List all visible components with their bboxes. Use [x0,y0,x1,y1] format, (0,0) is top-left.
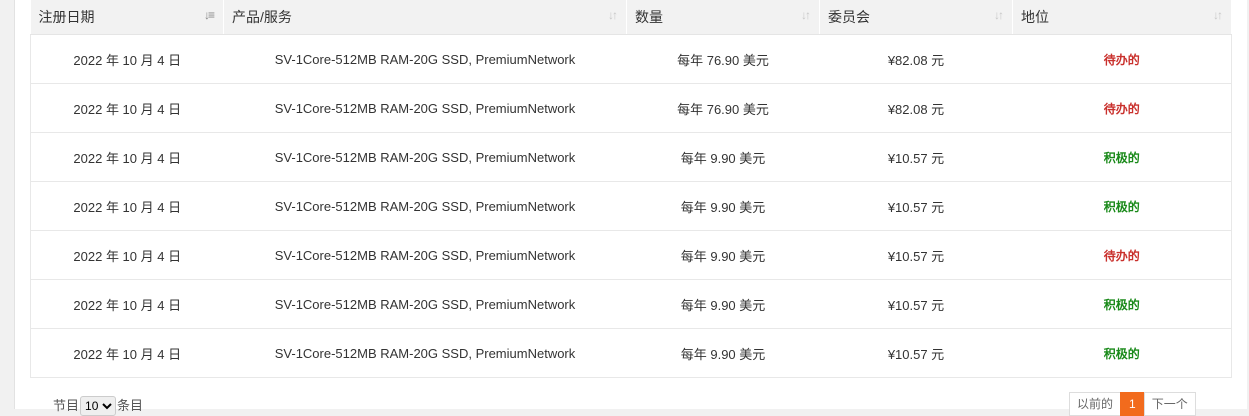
cell-status: 积极的 [1012,279,1232,329]
show-suffix-label: 条目 [117,398,144,413]
column-header-label: 注册日期 [38,9,95,25]
column-header-label: 委员会 [828,9,870,25]
current-page-button[interactable]: 1 [1120,392,1145,416]
cell-product: SV-1Core-512MB RAM-20G SSD, PremiumNetwo… [223,34,627,84]
column-header-label: 地位 [1021,9,1049,25]
column-header-label: 产品/服务 [232,9,292,25]
table-row: 2022 年 10 月 4 日 SV-1Core-512MB RAM-20G S… [30,132,1232,182]
page-size-control: 节目 10 条目 [53,395,143,416]
cell-date: 2022 年 10 月 4 日 [30,34,224,84]
content-panel: 注册日期 ↓≡ 产品/服务 ↓↑ 数量 ↓↑ 委员会 ↓↑ 地位 ↓↑ 2022… [14,0,1247,416]
next-page-button[interactable]: 下一个 [1143,392,1196,416]
cell-status: 待办的 [1012,230,1232,280]
cell-product: SV-1Core-512MB RAM-20G SSD, PremiumNetwo… [223,83,627,133]
sort-desc-icon[interactable]: ↓≡ [204,8,215,22]
cell-commission: ¥10.57 元 [819,230,1013,280]
cell-amount: 每年 76.90 美元 [626,34,820,84]
cell-commission: ¥10.57 元 [819,279,1013,329]
sort-icon[interactable]: ↓↑ [608,8,618,22]
cell-date: 2022 年 10 月 4 日 [30,230,224,280]
cell-date: 2022 年 10 月 4 日 [30,181,224,231]
cell-amount: 每年 9.90 美元 [626,181,820,231]
status-badge: 积极的 [1103,346,1140,361]
referrals-table: 注册日期 ↓≡ 产品/服务 ↓↑ 数量 ↓↑ 委员会 ↓↑ 地位 ↓↑ 2022… [30,0,1232,378]
status-badge: 待办的 [1103,248,1140,263]
table-row: 2022 年 10 月 4 日 SV-1Core-512MB RAM-20G S… [30,279,1232,329]
table-row: 2022 年 10 月 4 日 SV-1Core-512MB RAM-20G S… [30,181,1232,231]
cell-commission: ¥10.57 元 [819,181,1013,231]
table-row: 2022 年 10 月 4 日 SV-1Core-512MB RAM-20G S… [30,34,1232,84]
status-badge: 积极的 [1103,297,1140,312]
status-badge: 待办的 [1103,101,1140,116]
cell-commission: ¥10.57 元 [819,132,1013,182]
column-header-commission[interactable]: 委员会 ↓↑ [819,0,1013,35]
page-size-select[interactable]: 10 [80,396,117,416]
column-header-date[interactable]: 注册日期 ↓≡ [30,0,224,35]
column-header-label: 数量 [635,9,663,25]
column-header-status[interactable]: 地位 ↓↑ [1012,0,1232,35]
cell-amount: 每年 9.90 美元 [626,328,820,378]
cell-product: SV-1Core-512MB RAM-20G SSD, PremiumNetwo… [223,279,627,329]
cell-date: 2022 年 10 月 4 日 [30,279,224,329]
cell-commission: ¥10.57 元 [819,328,1013,378]
cell-product: SV-1Core-512MB RAM-20G SSD, PremiumNetwo… [223,328,627,378]
prev-page-button[interactable]: 以前的 [1069,392,1122,416]
cell-amount: 每年 9.90 美元 [626,230,820,280]
column-header-product[interactable]: 产品/服务 ↓↑ [223,0,627,35]
cell-amount: 每年 76.90 美元 [626,83,820,133]
status-badge: 积极的 [1103,199,1140,214]
cell-status: 积极的 [1012,181,1232,231]
cell-date: 2022 年 10 月 4 日 [30,83,224,133]
status-badge: 待办的 [1103,52,1140,67]
cell-status: 待办的 [1012,34,1232,84]
table-row: 2022 年 10 月 4 日 SV-1Core-512MB RAM-20G S… [30,230,1232,280]
cell-date: 2022 年 10 月 4 日 [30,328,224,378]
table-header-row: 注册日期 ↓≡ 产品/服务 ↓↑ 数量 ↓↑ 委员会 ↓↑ 地位 ↓↑ [30,0,1232,35]
cell-date: 2022 年 10 月 4 日 [30,132,224,182]
column-header-amount[interactable]: 数量 ↓↑ [626,0,820,35]
cell-product: SV-1Core-512MB RAM-20G SSD, PremiumNetwo… [223,230,627,280]
table-row: 2022 年 10 月 4 日 SV-1Core-512MB RAM-20G S… [30,328,1232,378]
sort-icon[interactable]: ↓↑ [994,8,1004,22]
cell-amount: 每年 9.90 美元 [626,132,820,182]
sort-icon[interactable]: ↓↑ [801,8,811,22]
table-row: 2022 年 10 月 4 日 SV-1Core-512MB RAM-20G S… [30,83,1232,133]
cell-product: SV-1Core-512MB RAM-20G SSD, PremiumNetwo… [223,181,627,231]
show-prefix-label: 节目 [53,398,80,413]
cell-product: SV-1Core-512MB RAM-20G SSD, PremiumNetwo… [223,132,627,182]
pagination: 以前的 1 下一个 [1069,392,1196,416]
cell-status: 积极的 [1012,132,1232,182]
cell-commission: ¥82.08 元 [819,83,1013,133]
cell-status: 待办的 [1012,83,1232,133]
cell-status: 积极的 [1012,328,1232,378]
status-badge: 积极的 [1103,150,1140,165]
table-body: 2022 年 10 月 4 日 SV-1Core-512MB RAM-20G S… [30,34,1232,378]
cell-amount: 每年 9.90 美元 [626,279,820,329]
sort-icon[interactable]: ↓↑ [1213,8,1223,22]
cell-commission: ¥82.08 元 [819,34,1013,84]
